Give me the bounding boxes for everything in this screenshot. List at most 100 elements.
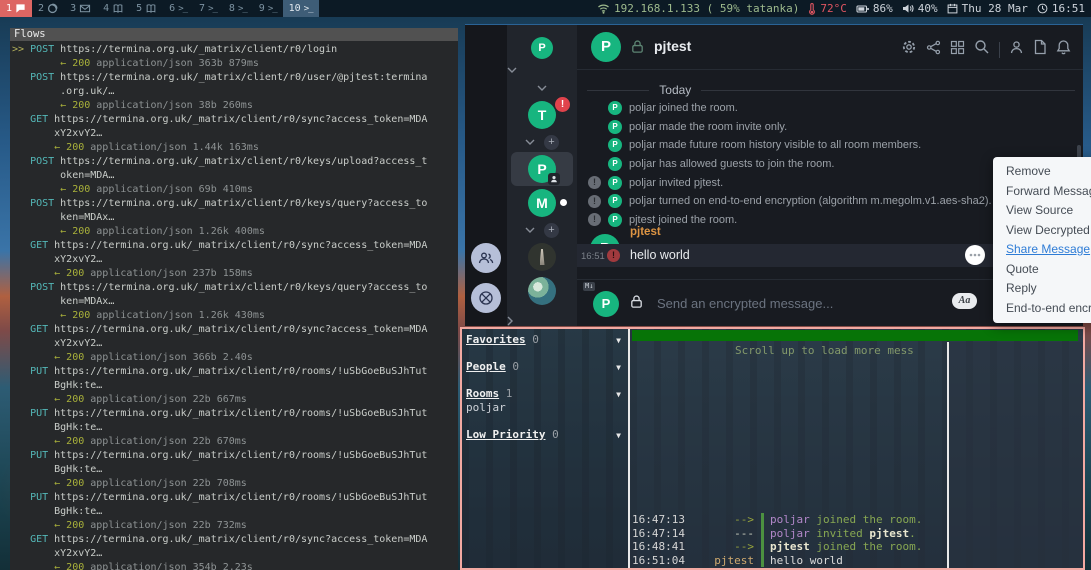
workspace-3[interactable]: 3 [64, 0, 97, 17]
flow-entry[interactable]: PUT https://termina.org.uk/_matrix/clien… [12, 365, 458, 407]
menu-item-forward-message[interactable]: Forward Message [993, 182, 1091, 202]
people-button[interactable] [471, 243, 501, 273]
warning-icon: ! [588, 195, 601, 208]
chat-area: Scroll up to load more mess 16:47:13-->p… [630, 329, 1083, 568]
flow-entry[interactable]: PUT https://termina.org.uk/_matrix/clien… [12, 449, 458, 491]
timeline-event[interactable]: !Ppoljar joined the room. [588, 99, 1083, 118]
menu-item-share-message[interactable]: Share Message [993, 240, 1091, 260]
message-text: hello world [630, 248, 690, 262]
message-input[interactable]: Send an encrypted message... [657, 296, 833, 311]
grid-icon[interactable] [950, 40, 965, 60]
flow-entry[interactable]: >> POST https://termina.org.uk/_matrix/c… [12, 43, 458, 71]
file-icon[interactable] [1033, 39, 1047, 60]
warning-icon: ! [588, 213, 601, 226]
room-avatar[interactable]: P [591, 32, 621, 62]
share-icon[interactable] [926, 40, 941, 60]
workspace-4[interactable]: 4 [97, 0, 130, 17]
room-title: pjtest [654, 38, 691, 54]
section-header[interactable] [507, 78, 577, 98]
workspace-5[interactable]: 5 [130, 0, 163, 17]
room-avatar [528, 277, 556, 305]
book-icon [145, 3, 157, 14]
add-room-button[interactable]: + [544, 223, 559, 238]
buffer-group[interactable]: Low Priority 0▼ [462, 428, 628, 442]
browser-icon [47, 3, 58, 14]
speaker-icon [902, 3, 914, 14]
flow-entry[interactable]: GET https://termina.org.uk/_matrix/clien… [12, 323, 458, 365]
message-timestamp: 16:51 [581, 251, 605, 262]
dm-indicator-icon [548, 173, 560, 185]
workspace-7[interactable]: 7>_ [193, 0, 223, 17]
flow-entry[interactable]: POST https://termina.org.uk/_matrix/clie… [12, 155, 458, 197]
event-avatar: P [608, 157, 622, 171]
menu-item-view-decrypted-s[interactable]: View Decrypted S [993, 221, 1091, 241]
status-speaker: 40% [902, 2, 938, 15]
workspace-8[interactable]: 8>_ [223, 0, 253, 17]
workspace-2[interactable]: 2 [32, 0, 64, 17]
section-header[interactable]: + [507, 132, 577, 152]
flow-entry[interactable]: GET https://termina.org.uk/_matrix/clien… [12, 113, 458, 155]
menu-item-quote[interactable]: Quote [993, 260, 1091, 280]
flow-entry[interactable]: GET https://termina.org.uk/_matrix/clien… [12, 239, 458, 281]
timeline-event[interactable]: !Ppoljar made the room invite only. [588, 118, 1083, 137]
lock-icon [629, 294, 644, 309]
room-avatar-item[interactable]: M [507, 186, 577, 220]
unencrypted-warning-icon: ! [607, 249, 620, 262]
user-avatar[interactable]: P [531, 37, 553, 59]
flow-entry[interactable]: POST https://termina.org.uk/_matrix/clie… [12, 197, 458, 239]
room-avatar-item[interactable]: T! [507, 98, 577, 132]
room-avatar-item[interactable]: P [511, 152, 573, 186]
workspace-1[interactable]: 1 [0, 0, 32, 17]
buffer-group[interactable]: Favorites 0▼ [462, 333, 628, 347]
room-avatar [528, 243, 556, 271]
menu-item-end-to-end-encry[interactable]: End-to-end encry [993, 299, 1091, 319]
event-avatar: P [608, 176, 622, 190]
workspace-9[interactable]: 9>_ [253, 0, 283, 17]
event-avatar: P [608, 194, 622, 208]
buffer-group[interactable]: People 0▼ [462, 360, 628, 374]
chat-lines: 16:47:13-->poljar joined the room.16:47:… [632, 513, 922, 567]
message-options-button[interactable] [965, 245, 985, 265]
buffer-group[interactable]: Rooms 1▼poljar [462, 387, 628, 415]
buffer-title-bar [632, 330, 1078, 341]
thermometer-icon [808, 3, 816, 15]
flow-entry[interactable]: GET https://termina.org.uk/_matrix/clien… [12, 533, 458, 570]
element-window: P T!+PM+ P pjtest Today !Ppoljar joined … [465, 24, 1083, 326]
person-icon[interactable] [1009, 40, 1024, 60]
event-avatar: P [608, 101, 622, 115]
timeline-event[interactable]: !Ppoljar made future room history visibl… [588, 136, 1083, 155]
event-avatar: P [608, 120, 622, 134]
flow-entry[interactable]: PUT https://termina.org.uk/_matrix/clien… [12, 491, 458, 533]
prefix-separator [761, 527, 764, 541]
add-room-button[interactable]: + [544, 135, 559, 150]
gear-icon[interactable] [901, 39, 917, 60]
room-avatar-item[interactable] [507, 274, 577, 308]
buffer-list: Favorites 0▼ People 0▼ Rooms 1▼poljar Low P… [462, 329, 628, 568]
flow-entry[interactable]: POST https://termina.org.uk/_matrix/clie… [12, 71, 458, 113]
warning-icon: ! [588, 176, 601, 189]
buffer-child[interactable]: poljar [462, 401, 628, 415]
format-button[interactable]: Aa [952, 293, 977, 309]
workspace-6[interactable]: 6>_ [163, 0, 193, 17]
battery-icon [856, 4, 869, 14]
markdown-badge[interactable]: M↓ [583, 282, 595, 291]
explore-button[interactable] [471, 283, 501, 313]
prefix-separator [761, 540, 764, 554]
chevron-right-icon[interactable] [507, 316, 513, 326]
chevron-down-icon[interactable] [507, 66, 517, 74]
search-icon[interactable] [974, 39, 990, 60]
room-avatar-item[interactable] [507, 240, 577, 274]
status-thermometer: 72°C [808, 2, 847, 15]
flow-entry[interactable]: PUT https://termina.org.uk/_matrix/clien… [12, 407, 458, 449]
status-area: 192.168.1.133 ( 59% tatanka)72°C86%40%Th… [597, 2, 1091, 15]
workspace-10[interactable]: 10>_ [283, 0, 319, 17]
flow-entry[interactable]: POST https://termina.org.uk/_matrix/clie… [12, 281, 458, 323]
section-header[interactable]: + [507, 220, 577, 240]
bell-icon[interactable] [1056, 39, 1071, 60]
menu-item-reply[interactable]: Reply [993, 279, 1091, 299]
menu-item-view-source[interactable]: View Source [993, 201, 1091, 221]
chat-icon [15, 3, 26, 14]
menu-item-remove[interactable]: Remove [993, 162, 1091, 182]
room-header: P pjtest [577, 25, 1083, 70]
event-avatar: P [608, 138, 622, 152]
